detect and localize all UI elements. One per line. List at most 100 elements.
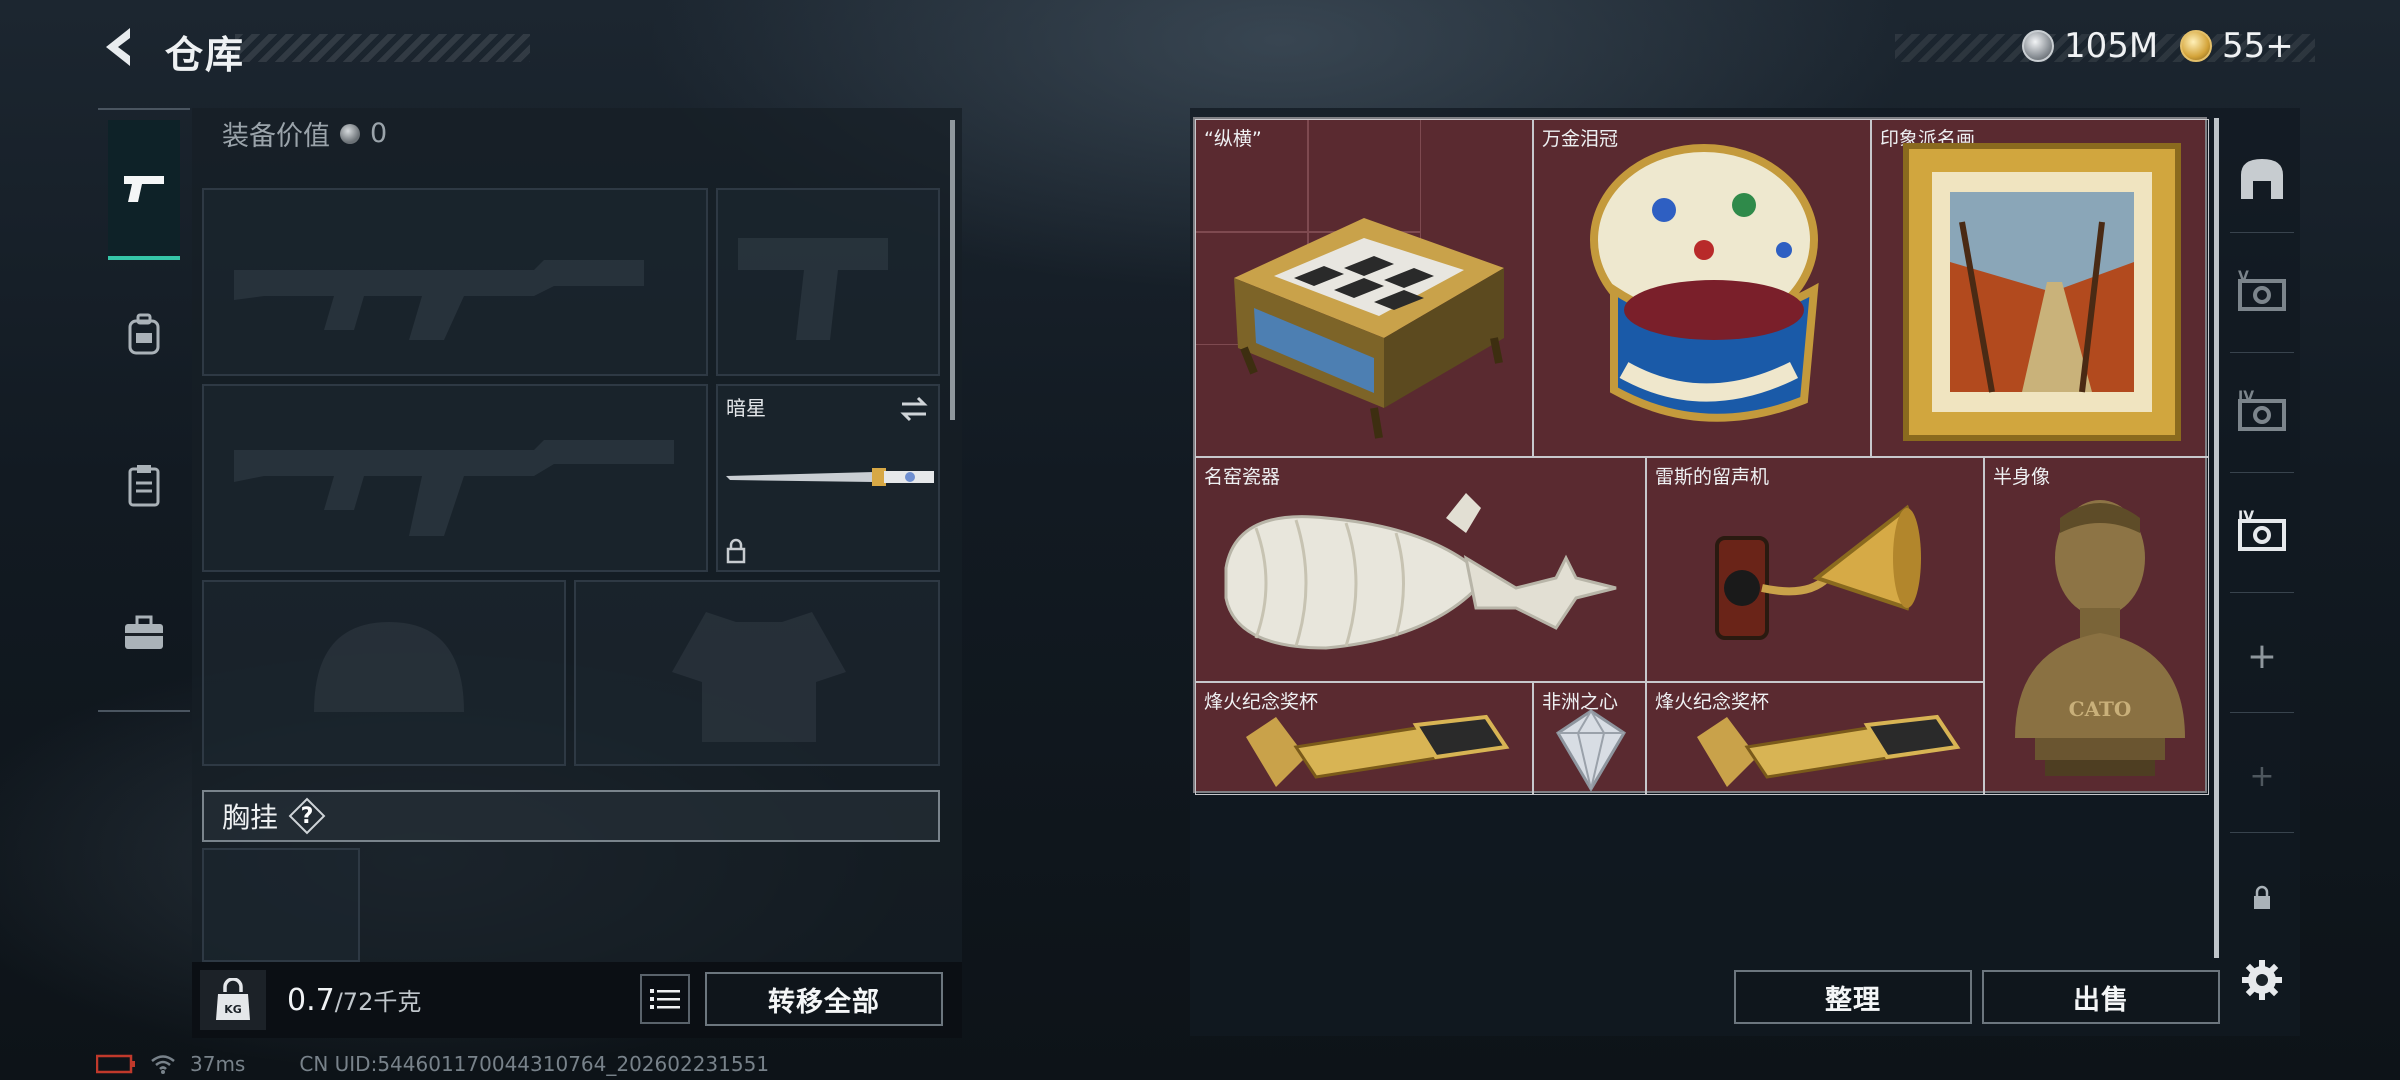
vault-tier-icon: IV	[2238, 509, 2286, 551]
stash-item-trophy-2[interactable]: 烽火纪念奖杯	[1646, 682, 1984, 795]
armor-silhouette-icon	[672, 612, 846, 742]
item-name: 半身像	[1993, 466, 2051, 488]
currency-silver[interactable]: 105M	[2022, 26, 2158, 66]
equipment-value-label: 装备价值	[222, 121, 330, 152]
stash-item-gramophone[interactable]: 雷斯的留声机	[1646, 457, 1984, 682]
porcelain-vessel-icon	[1224, 493, 1617, 650]
chess-set-icon	[1234, 218, 1504, 439]
backpack-icon	[128, 313, 160, 355]
secondary-weapon-slot[interactable]	[202, 384, 708, 572]
help-icon[interactable]: ?	[290, 799, 324, 833]
tab-weapons[interactable]	[108, 120, 180, 260]
jeweled-egg-icon	[1590, 144, 1819, 422]
stash-item-painting[interactable]: 印象派名画	[1871, 119, 2209, 457]
stash-grid: “纵横” 万金泪冠 印象派名画 名窑瓷器 雷斯的留声机 半身像 CATO 烽火纪…	[1193, 117, 2209, 795]
back-arrow-icon	[106, 28, 130, 66]
item-name: “纵横”	[1204, 128, 1262, 150]
trophy-icon	[1246, 714, 1510, 787]
weight-icon: KG	[200, 970, 266, 1030]
vault-icon	[2241, 159, 2283, 199]
list-icon	[650, 989, 680, 1009]
battery-icon	[96, 1054, 135, 1074]
help-icon-glyph: ?	[300, 803, 314, 829]
stash-item-bust[interactable]: 半身像 CATO	[1984, 457, 2209, 795]
divider	[2230, 472, 2294, 473]
knife-icon	[726, 468, 934, 486]
rifle-silhouette-icon	[234, 440, 674, 536]
tab-case[interactable]	[108, 598, 180, 668]
locked-stash-page	[2232, 868, 2292, 928]
divider	[2230, 352, 2294, 353]
silver-coin-icon	[340, 123, 360, 144]
currency-gold[interactable]: 55+	[2180, 26, 2294, 66]
lock-icon	[2254, 885, 2270, 909]
trophy-icon	[1697, 714, 1961, 787]
item-name: 名窑瓷器	[1204, 466, 1281, 488]
framed-painting-icon	[1903, 143, 2181, 441]
divider	[2230, 232, 2294, 233]
add-stash-page-button[interactable]: +	[2232, 626, 2292, 686]
chest-rig-label: 胸挂	[222, 801, 279, 834]
swap-arrows-icon[interactable]	[898, 394, 930, 424]
settings-button[interactable]	[2232, 950, 2292, 1010]
back-button[interactable]	[96, 22, 146, 72]
sidearm-slot[interactable]	[716, 188, 940, 376]
page-title: 仓库	[165, 33, 246, 77]
list-view-button[interactable]	[640, 974, 690, 1024]
divider	[2230, 592, 2294, 593]
melee-slot[interactable]: 暗星	[716, 384, 940, 572]
primary-weapon-slot[interactable]	[202, 188, 708, 376]
weight-unit-badge: KG	[224, 1003, 242, 1016]
pistol-icon	[124, 176, 164, 202]
organize-button[interactable]: 整理	[1734, 970, 1972, 1024]
ping-value: 37ms	[190, 1052, 246, 1076]
tab-vest[interactable]	[108, 450, 180, 520]
currency-silver-value: 105M	[2064, 26, 2159, 66]
vault-tier-label: IV	[2238, 509, 2254, 525]
stash-item-porcelain[interactable]: 名窑瓷器	[1195, 457, 1646, 682]
title-decoration	[235, 34, 530, 62]
add-stash-page-disabled: +	[2232, 746, 2292, 806]
vault-tier-label: IV	[2238, 389, 2254, 405]
divider	[2230, 832, 2294, 833]
stash-page-all[interactable]	[2232, 148, 2292, 208]
vault-tier-icon: IV	[2238, 389, 2286, 431]
transfer-all-button[interactable]: 转移全部	[705, 972, 943, 1026]
silver-coin-icon	[2022, 30, 2054, 62]
stash-scrollbar[interactable]	[2214, 118, 2219, 958]
sell-button[interactable]: 出售	[1982, 970, 2220, 1024]
vault-tier-label: V	[2238, 269, 2249, 285]
gear-icon	[2242, 960, 2282, 1000]
stash-item-diamond[interactable]: 非洲之心	[1533, 682, 1646, 795]
vault-tier-icon: V	[2238, 269, 2286, 311]
status-bar: 37ms CN UID:544601170044310764_202602231…	[96, 1052, 769, 1076]
helmet-slot[interactable]	[202, 580, 566, 766]
melee-name: 暗星	[726, 396, 766, 420]
briefcase-icon	[125, 615, 163, 649]
weight-readout: 0.7/72千克	[287, 982, 421, 1018]
loadout-scrollbar[interactable]	[950, 120, 955, 420]
tab-backpack[interactable]	[108, 300, 180, 370]
helmet-silhouette-icon	[314, 622, 464, 712]
weight-max: /72千克	[334, 988, 422, 1016]
stash-item-chess[interactable]: “纵横”	[1195, 119, 1533, 457]
kettlebell-icon: KG	[216, 978, 250, 1020]
category-tabs	[98, 108, 190, 712]
stash-page-v[interactable]: V	[2232, 262, 2292, 322]
user-uid: CN UID:544601170044310764_202602231551	[299, 1052, 770, 1076]
chest-rig-slot[interactable]	[202, 848, 360, 962]
currency-gold-value: 55+	[2222, 26, 2294, 66]
stash-page-iv-active[interactable]: IV	[2232, 502, 2292, 562]
stash-item-trophy-1[interactable]: 烽火纪念奖杯	[1195, 682, 1533, 795]
chest-rig-header: 胸挂 ?	[202, 790, 940, 842]
bust-statue-icon: CATO	[2015, 500, 2185, 776]
clipboard-icon	[128, 465, 160, 507]
stash-page-iv[interactable]: IV	[2232, 382, 2292, 442]
stash-item-egg[interactable]: 万金泪冠	[1533, 119, 1871, 457]
item-name: 雷斯的留声机	[1655, 466, 1770, 488]
armor-slot[interactable]	[574, 580, 940, 766]
gold-token-icon	[2180, 30, 2212, 62]
wifi-icon	[151, 1055, 175, 1074]
rifle-silhouette-icon	[234, 260, 644, 340]
plus-icon: +	[2249, 758, 2275, 794]
